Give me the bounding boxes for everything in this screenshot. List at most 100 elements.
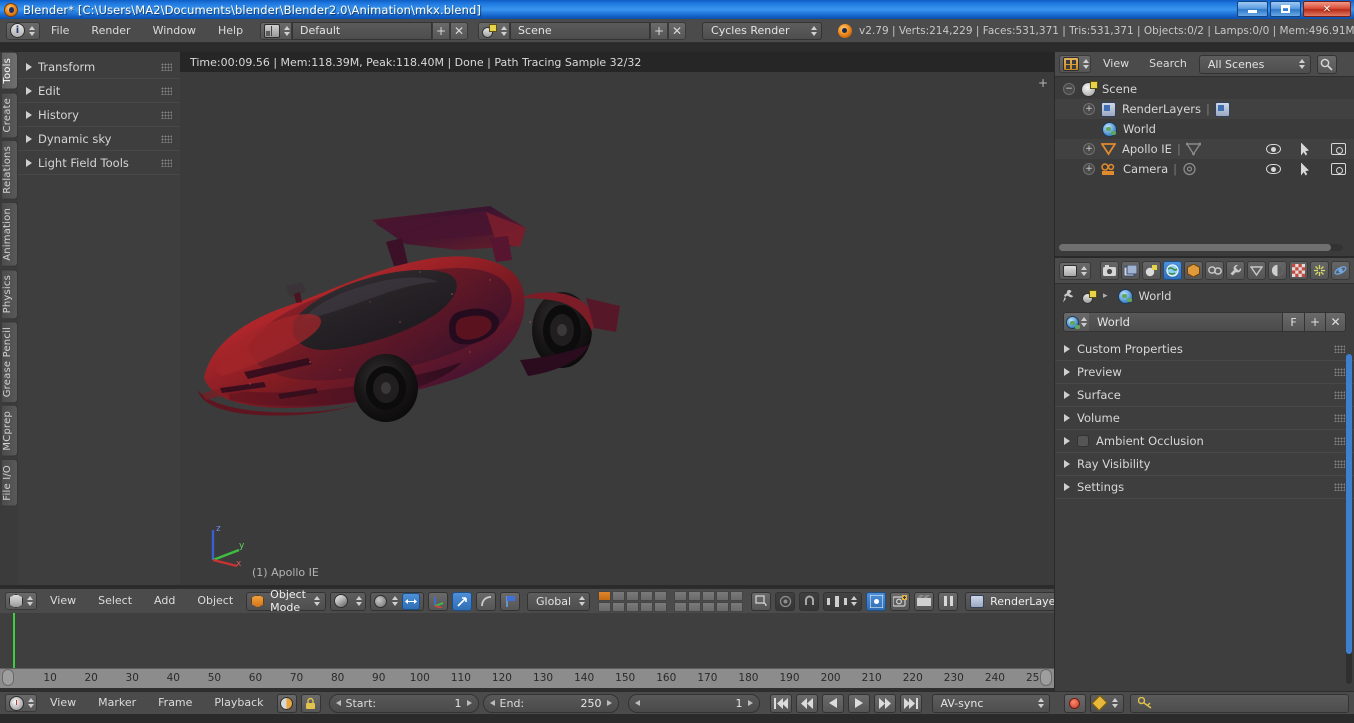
- menu-file[interactable]: File: [40, 20, 80, 42]
- properties-panel-surface[interactable]: Surface: [1055, 384, 1354, 407]
- cursor-select-icon[interactable]: [1301, 142, 1309, 156]
- screen-layout-name-field[interactable]: Default: [292, 21, 433, 40]
- arrow-right-icon[interactable]: [747, 700, 753, 706]
- layer-cell[interactable]: [702, 590, 716, 601]
- panel-light-field-tools[interactable]: Light Field Tools: [18, 151, 180, 175]
- interaction-mode-selector[interactable]: Object Mode: [246, 588, 326, 614]
- menu-playback[interactable]: Playback: [205, 692, 272, 714]
- viewport-shading-selector[interactable]: [330, 591, 366, 611]
- properties-tab-scene[interactable]: [1142, 261, 1161, 280]
- active-keying-set-field[interactable]: [1129, 693, 1349, 713]
- scene-layers-group-a[interactable]: [598, 590, 668, 612]
- properties-panel-custom-properties[interactable]: Custom Properties: [1055, 338, 1354, 361]
- tool-tab-relations[interactable]: Relations: [2, 140, 18, 200]
- properties-panel-volume[interactable]: Volume: [1055, 407, 1354, 430]
- manipulator-flag-button[interactable]: [500, 591, 520, 611]
- add-screen-layout-button[interactable]: +: [432, 21, 451, 40]
- lock-time-button[interactable]: [300, 693, 321, 713]
- close-button[interactable]: ✕: [1303, 1, 1351, 17]
- minimize-button[interactable]: [1237, 1, 1268, 17]
- menu-marker[interactable]: Marker: [89, 692, 145, 714]
- pause-preview-button[interactable]: [938, 591, 959, 611]
- screen-layout-icon-button[interactable]: [260, 21, 293, 40]
- mesh-data-icon[interactable]: [1185, 142, 1202, 156]
- opengl-render-button[interactable]: [890, 591, 911, 611]
- editor-type-selector-outliner[interactable]: [1059, 55, 1091, 73]
- panel-transform[interactable]: Transform: [18, 55, 180, 79]
- expand-toggle[interactable]: +: [1083, 143, 1095, 155]
- outliner-tree[interactable]: − Scene + RenderLayers | World + Apollo …: [1055, 77, 1354, 179]
- layer-cell[interactable]: [674, 590, 688, 601]
- add-scene-button[interactable]: +: [650, 21, 669, 40]
- layer-cell[interactable]: [626, 590, 640, 601]
- layer-cell[interactable]: [612, 590, 626, 601]
- play-button[interactable]: [847, 693, 870, 713]
- editor-divider-vertical[interactable]: [1054, 52, 1055, 691]
- properties-tab-object[interactable]: [1184, 261, 1203, 280]
- jump-to-end-button[interactable]: [899, 693, 922, 713]
- menu-render[interactable]: Render: [80, 20, 141, 42]
- menu-add[interactable]: Add: [145, 590, 184, 612]
- menu-view[interactable]: View: [41, 590, 85, 612]
- panel-history[interactable]: History: [18, 103, 180, 127]
- grip-icon[interactable]: [161, 110, 172, 119]
- scene-name-field[interactable]: Scene: [510, 21, 651, 40]
- snap-target-selector[interactable]: [823, 591, 863, 611]
- arrow-left-icon[interactable]: [634, 700, 640, 706]
- properties-tab-constraints[interactable]: [1205, 261, 1224, 280]
- tool-tab-animation[interactable]: Animation: [2, 201, 18, 267]
- manipulator-translate-button[interactable]: [428, 591, 448, 611]
- layer-cell[interactable]: [654, 590, 668, 601]
- play-reverse-button[interactable]: [821, 693, 844, 713]
- new-world-button[interactable]: +: [1304, 312, 1325, 332]
- arrow-right-icon[interactable]: [466, 700, 472, 706]
- layer-cell[interactable]: [598, 601, 612, 612]
- snap-toggle-button[interactable]: [799, 591, 820, 611]
- properties-tab-world[interactable]: [1163, 261, 1182, 280]
- outliner-row-apollo-ie[interactable]: + Apollo IE |: [1055, 139, 1354, 159]
- layer-cell[interactable]: [640, 601, 654, 612]
- tool-tab-physics[interactable]: Physics: [2, 268, 18, 319]
- lock-to-scene-button[interactable]: [751, 591, 772, 611]
- outliner-horizontal-scrollbar[interactable]: [1059, 244, 1343, 251]
- scene-icon-button[interactable]: [478, 21, 511, 40]
- camera-render-icon[interactable]: [1331, 143, 1346, 155]
- properties-panel-ray-visibility[interactable]: Ray Visibility: [1055, 453, 1354, 476]
- properties-vertical-scrollbar[interactable]: [1346, 354, 1352, 684]
- expand-toggle[interactable]: +: [1083, 163, 1095, 175]
- timeline-canvas[interactable]: [0, 613, 1054, 668]
- scene-icon[interactable]: [1082, 289, 1097, 304]
- menu-frame[interactable]: Frame: [149, 692, 201, 714]
- grip-icon[interactable]: [1334, 391, 1345, 399]
- keying-set-selector[interactable]: [1089, 693, 1124, 713]
- editor-type-selector-properties[interactable]: [1059, 261, 1091, 280]
- editor-divider-horizontal[interactable]: [1055, 256, 1354, 258]
- world-name-field[interactable]: World: [1089, 312, 1282, 332]
- grip-icon[interactable]: [1334, 437, 1345, 445]
- scene-layers-group-b[interactable]: [674, 590, 744, 612]
- unlink-world-button[interactable]: ✕: [1325, 312, 1346, 332]
- arrow-left-icon[interactable]: [489, 700, 495, 706]
- current-frame-field[interactable]: 1: [627, 693, 760, 713]
- expand-toggle[interactable]: +: [1083, 103, 1095, 115]
- editor-type-selector-info[interactable]: i: [6, 21, 40, 40]
- display-mode-selector[interactable]: All Scenes: [1198, 54, 1311, 74]
- properties-tab-particles[interactable]: [1310, 261, 1329, 280]
- editor-type-selector-3dview[interactable]: [5, 592, 37, 610]
- properties-tab-render[interactable]: [1100, 261, 1119, 280]
- layer-cell[interactable]: [716, 590, 730, 601]
- grip-icon[interactable]: [161, 86, 172, 95]
- menu-view[interactable]: View: [1095, 53, 1137, 75]
- menu-select[interactable]: Select: [89, 590, 141, 612]
- delete-screen-layout-button[interactable]: ✕: [450, 21, 469, 40]
- tool-tab-grease-pencil[interactable]: Grease Pencil: [2, 321, 18, 404]
- outliner-row-camera[interactable]: + Camera |: [1055, 159, 1354, 179]
- manipulator-rotate-button[interactable]: [452, 591, 472, 611]
- tool-tab-mcprep[interactable]: MCprep: [2, 405, 18, 457]
- auto-keyframe-button[interactable]: [1063, 693, 1086, 713]
- properties-tab-render-layers[interactable]: [1121, 261, 1140, 280]
- outliner-row-world[interactable]: World: [1055, 119, 1354, 139]
- layer-cell[interactable]: [674, 601, 688, 612]
- panel-edit[interactable]: Edit: [18, 79, 180, 103]
- menu-help[interactable]: Help: [207, 20, 254, 42]
